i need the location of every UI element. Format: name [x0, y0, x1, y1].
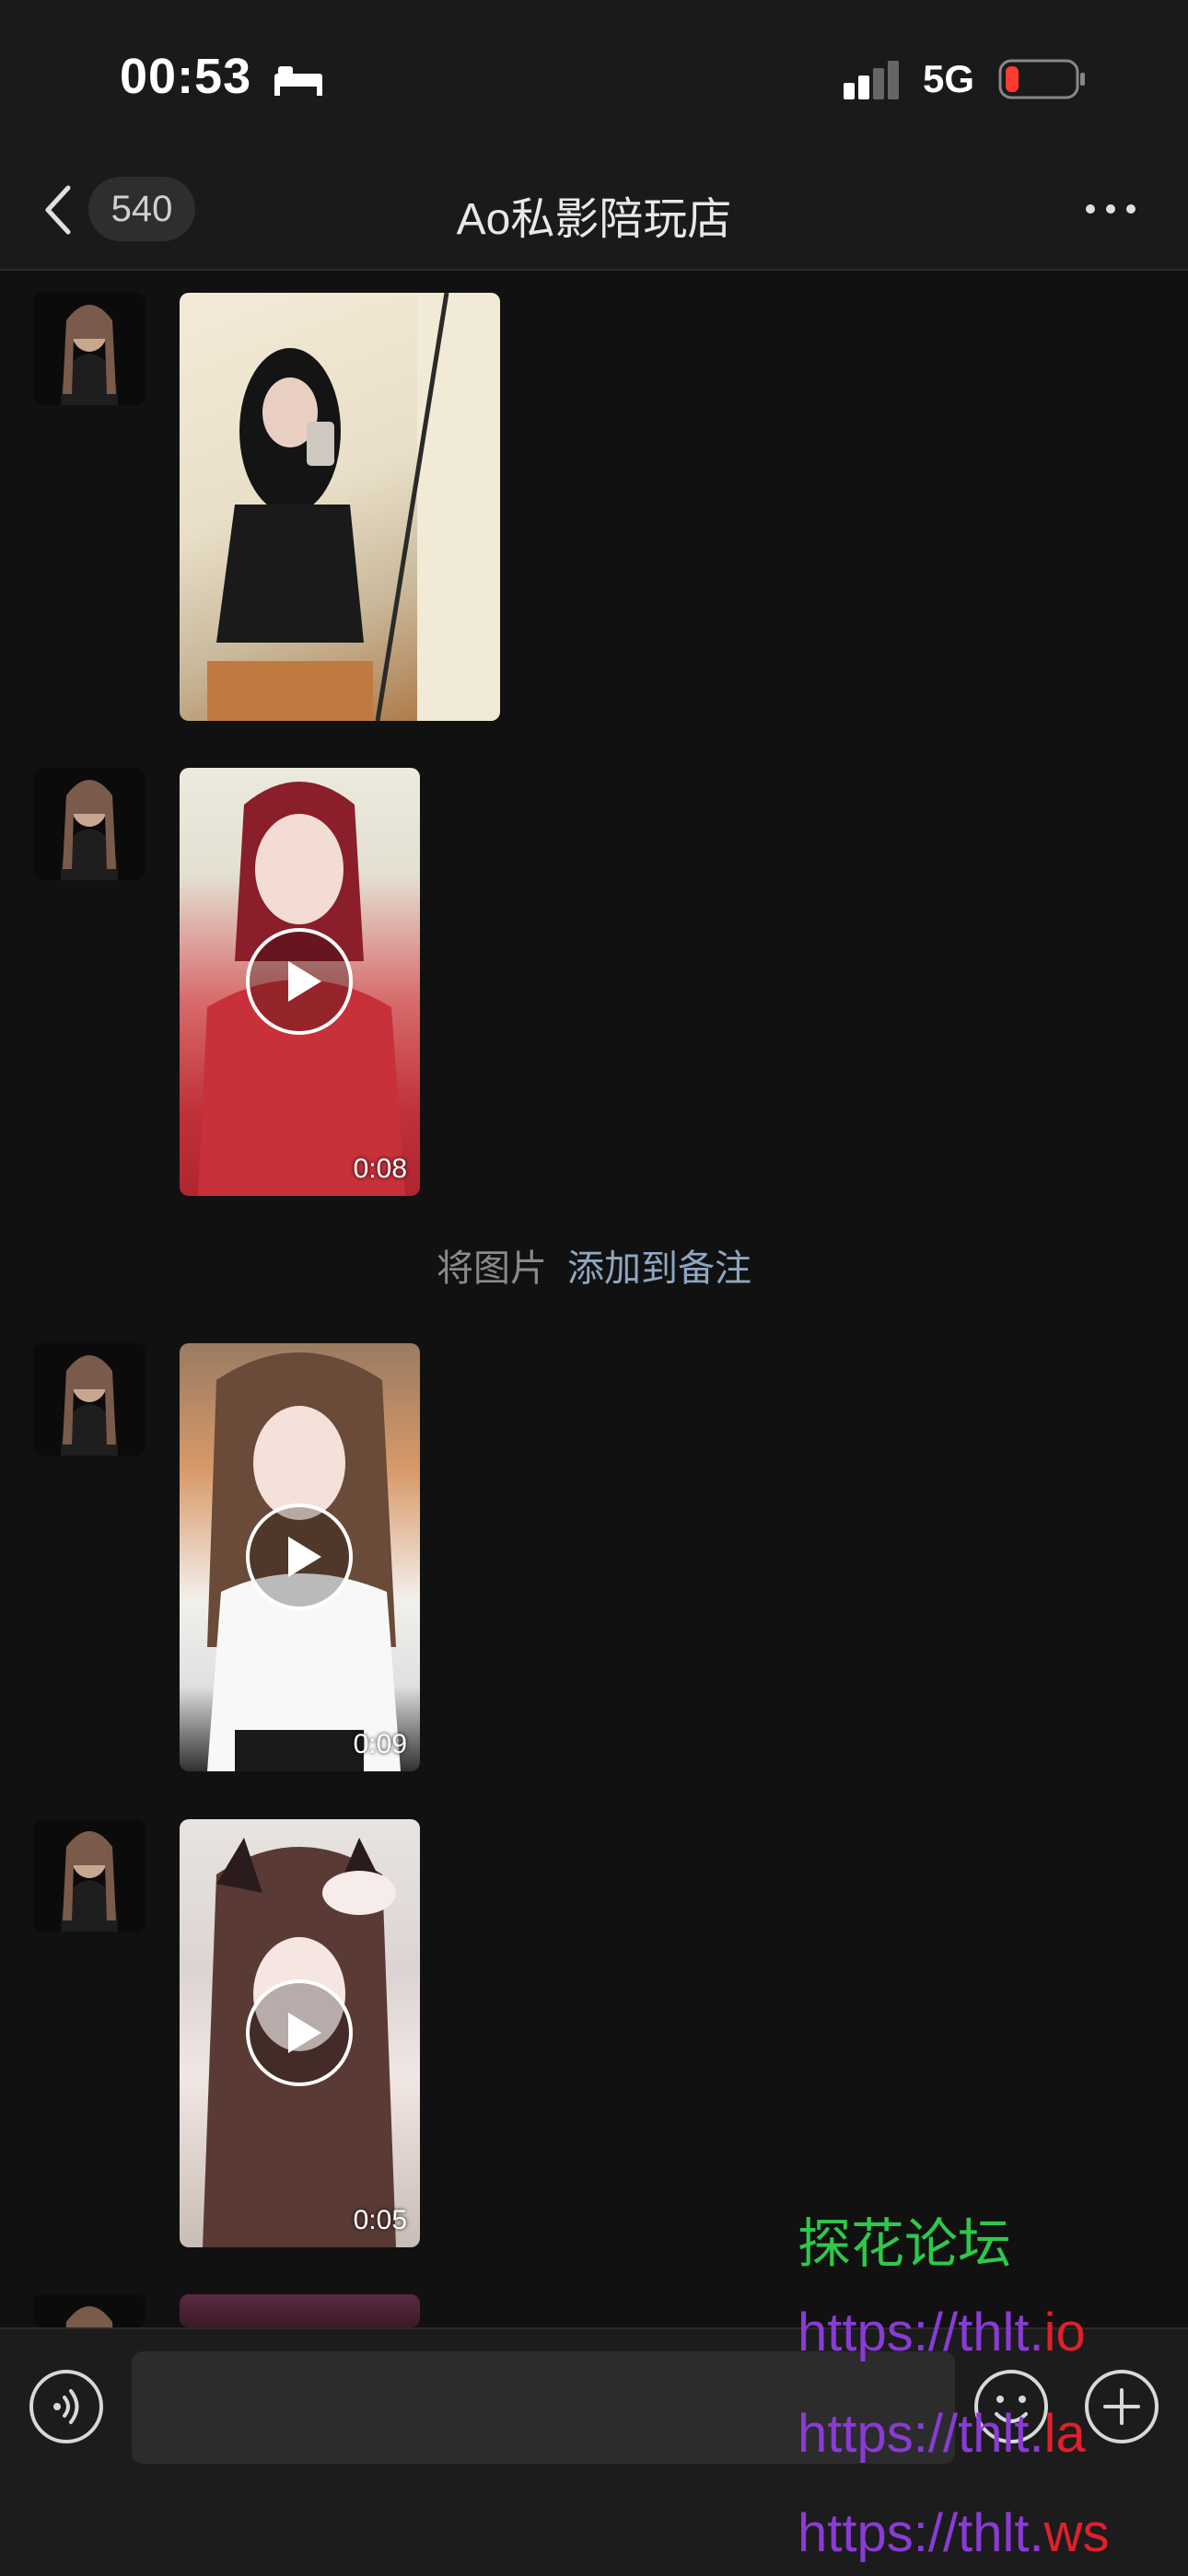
sender-avatar[interactable] — [33, 1819, 146, 1932]
sender-avatar[interactable] — [33, 2294, 146, 2327]
watermark-url: https://thlt.la — [798, 2404, 1086, 2464]
watermark-title: 探花论坛 — [798, 2214, 1012, 2274]
media-message[interactable] — [180, 2294, 420, 2327]
network-type: 5G — [923, 57, 975, 100]
sender-avatar[interactable] — [33, 293, 146, 405]
sender-avatar[interactable] — [33, 1343, 146, 1456]
cellular-signal-icon — [844, 61, 899, 99]
play-button-icon[interactable] — [244, 1502, 355, 1612]
battery-icon — [998, 59, 1085, 99]
play-button-icon[interactable] — [244, 1978, 355, 2088]
chat-header: 540 Ao私影陪玩店 — [0, 157, 1188, 271]
video-duration: 0:09 — [353, 1729, 407, 1759]
add-attachment-icon[interactable] — [1083, 2368, 1160, 2445]
voice-input-icon[interactable] — [28, 2368, 105, 2445]
status-bar: 00:53 5G — [0, 0, 1188, 157]
chat-title: Ao私影陪玩店 — [456, 195, 732, 244]
play-button-icon[interactable] — [244, 926, 355, 1037]
watermark-url: https://thlt.ws — [798, 2503, 1110, 2563]
video-duration: 0:08 — [353, 1154, 407, 1184]
video-message[interactable]: 0:08 — [180, 768, 420, 1196]
video-duration: 0:05 — [353, 2205, 407, 2235]
sleep-mode-icon — [274, 66, 322, 96]
system-tip-text: 将图片 — [437, 1248, 547, 1289]
video-message[interactable]: 0:05 — [180, 1819, 420, 2247]
video-message[interactable]: 0:09 — [180, 1343, 420, 1771]
add-to-note-link[interactable]: 添加到备注 — [567, 1248, 751, 1289]
watermark-url: https://thlt.io — [798, 2303, 1086, 2362]
sender-avatar[interactable] — [33, 768, 146, 880]
system-tip: 将图片 添加到备注 — [0, 1238, 1188, 1292]
image-message[interactable] — [180, 293, 500, 721]
status-time: 00:53 — [120, 49, 252, 104]
more-options-icon[interactable] — [1083, 195, 1138, 223]
